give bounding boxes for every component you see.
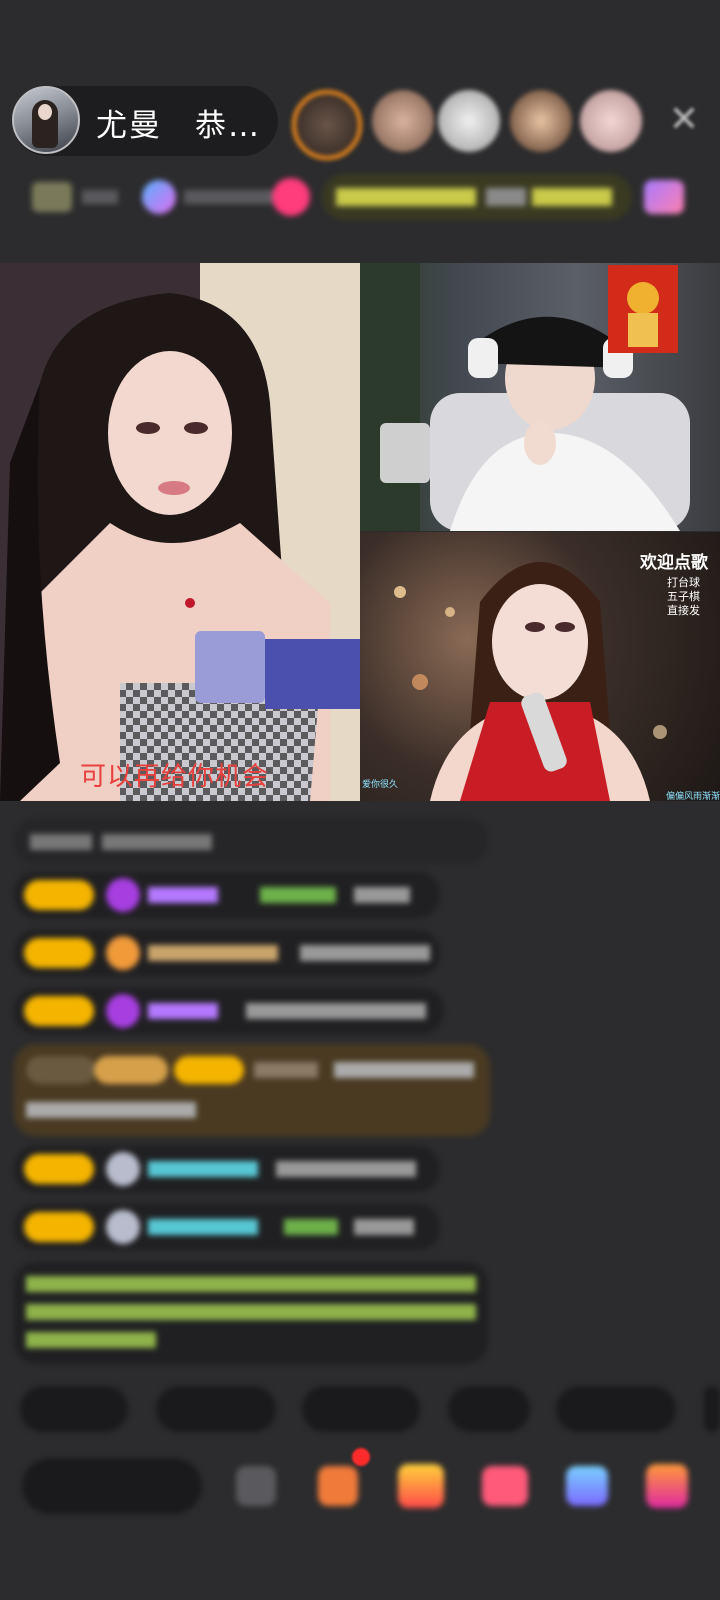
chat-message[interactable] [14, 988, 444, 1034]
comment-input[interactable] [22, 1458, 202, 1514]
chat-message[interactable] [14, 818, 488, 864]
notification-dot [352, 1448, 370, 1466]
guest-portrait [360, 263, 690, 531]
host-avatar[interactable] [12, 86, 80, 154]
chat-message[interactable] [14, 930, 440, 976]
streamer-portrait [0, 263, 360, 801]
more-icon[interactable] [646, 1464, 688, 1508]
quick-reply-button[interactable] [556, 1386, 676, 1432]
quick-reply-button[interactable] [448, 1386, 530, 1432]
lyric-caption: 可以再给你机会 [80, 762, 270, 792]
viewer-avatar[interactable] [292, 90, 362, 160]
welcome-title: 欢迎点歌 [640, 553, 708, 573]
host-name: 尤曼 恭… [96, 108, 261, 144]
shop-icon[interactable] [318, 1466, 358, 1506]
main-video-panel[interactable]: 可以再给你机会 [0, 263, 360, 801]
viewer-avatar[interactable] [580, 90, 642, 152]
close-icon[interactable]: ✕ [668, 102, 700, 138]
chat-message[interactable] [14, 1204, 440, 1250]
chat-message-highlight[interactable] [14, 1044, 490, 1136]
system-notice [14, 1262, 488, 1364]
game-icon[interactable] [566, 1466, 608, 1506]
guest-video-panel-bottom[interactable]: 欢迎点歌 打台球 五子棋 直接发 爱你很久 偏偏风雨渐渐把距离吹得好远 [360, 532, 720, 801]
song-tag-left: 爱你很久 [362, 780, 399, 790]
guest-video-panel-top[interactable] [360, 263, 720, 531]
emoji-icon[interactable] [236, 1466, 276, 1506]
viewer-avatar[interactable] [510, 90, 572, 152]
stream-badge-row[interactable] [28, 174, 698, 220]
viewer-avatar[interactable] [372, 90, 434, 152]
quick-reply-button[interactable] [302, 1386, 420, 1432]
song-tag-right: 偏偏风雨渐渐把距离吹得好远 [666, 792, 720, 801]
chat-message[interactable] [14, 1146, 440, 1192]
like-icon[interactable] [482, 1466, 528, 1506]
quick-reply-button[interactable] [156, 1386, 276, 1432]
quick-reply-button[interactable] [20, 1386, 128, 1432]
chat-message[interactable] [14, 872, 440, 918]
viewer-avatar[interactable] [438, 90, 500, 152]
quick-reply-button[interactable] [704, 1386, 720, 1432]
request-item: 直接发 [667, 604, 700, 617]
gift-icon[interactable] [398, 1464, 444, 1508]
